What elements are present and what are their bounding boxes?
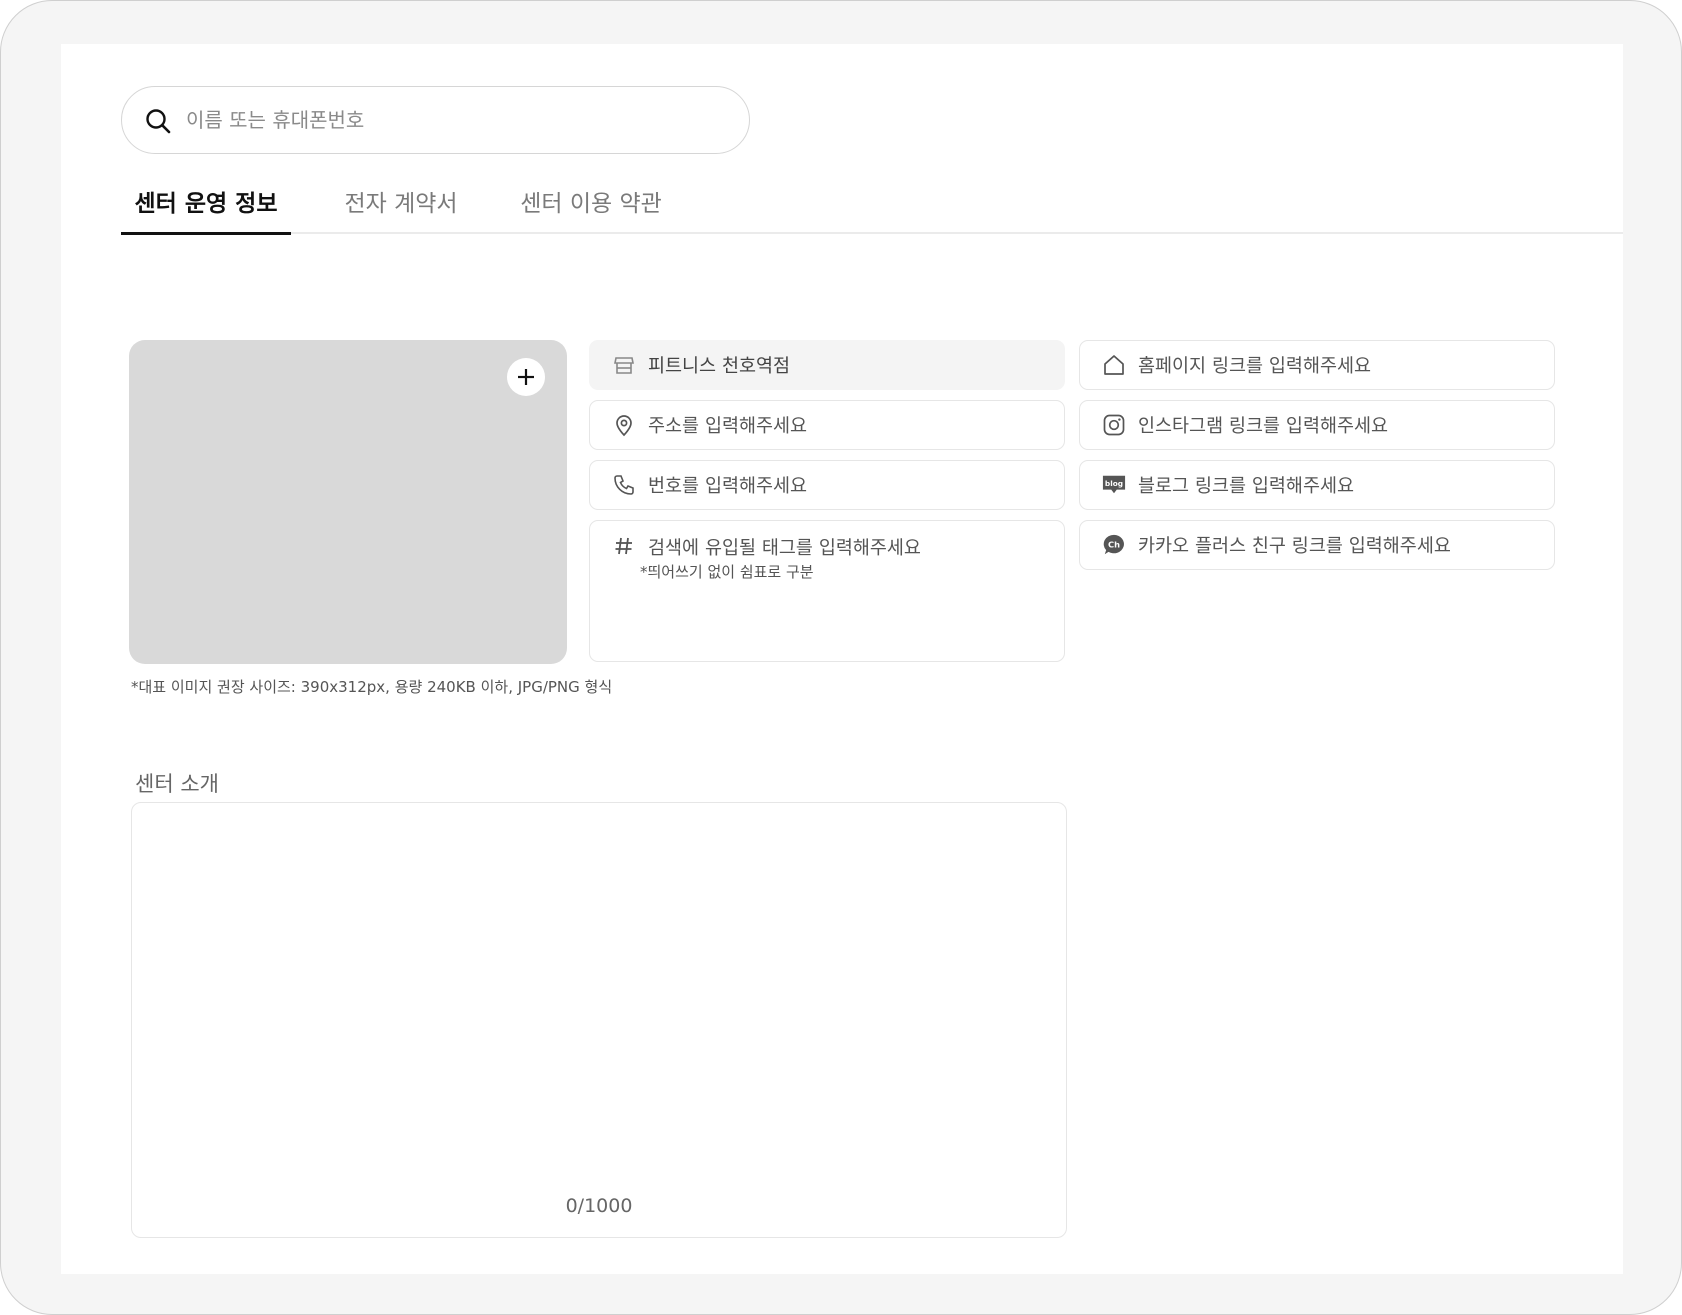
tab-center-info[interactable]: 센터 운영 정보 [121,182,291,235]
device-frame: 센터 운영 정보 전자 계약서 센터 이용 약관 *대표 이미지 권장 사이즈:… [0,0,1682,1315]
homepage-field[interactable]: 홈페이지 링크를 입력해주세요 [1079,340,1555,390]
home-icon [1102,353,1126,377]
hash-icon [612,534,636,558]
address-placeholder: 주소를 입력해주세요 [648,416,808,437]
search-bar[interactable] [121,86,750,154]
store-icon [612,353,636,377]
tags-field[interactable]: 검색에 유입될 태그를 입력해주세요 *띄어쓰기 없이 쉼표로 구분 [589,520,1065,662]
tags-hint: *띄어쓰기 없이 쉼표로 구분 [640,563,814,581]
center-name-value: 피트니스 천호역점 [648,356,791,377]
phone-field[interactable]: 번호를 입력해주세요 [589,460,1065,510]
intro-textarea-box[interactable]: 0/1000 [131,802,1067,1238]
kakao-channel-icon: Ch [1102,533,1126,557]
blog-icon: blog [1102,473,1126,497]
phone-placeholder: 번호를 입력해주세요 [648,476,808,497]
phone-icon [612,473,636,497]
image-size-note: *대표 이미지 권장 사이즈: 390x312px, 용량 240KB 이하, … [131,678,613,696]
search-icon [146,109,171,134]
address-field[interactable]: 주소를 입력해주세요 [589,400,1065,450]
app-screen: 센터 운영 정보 전자 계약서 센터 이용 약관 *대표 이미지 권장 사이즈:… [61,44,1623,1274]
add-image-button[interactable] [507,358,545,396]
location-pin-icon [612,413,636,437]
tags-placeholder: 검색에 유입될 태그를 입력해주세요 [648,538,921,559]
instagram-field[interactable]: 인스타그램 링크를 입력해주세요 [1079,400,1555,450]
tab-e-contract[interactable]: 전자 계약서 [321,182,481,234]
char-counter: 0/1000 [565,1195,633,1217]
homepage-placeholder: 홈페이지 링크를 입력해주세요 [1138,356,1372,377]
blog-field[interactable]: blog 블로그 링크를 입력해주세요 [1079,460,1555,510]
instagram-placeholder: 인스타그램 링크를 입력해주세요 [1138,416,1389,437]
kakao-placeholder: 카카오 플러스 친구 링크를 입력해주세요 [1138,536,1451,557]
tab-bar: 센터 운영 정보 전자 계약서 센터 이용 약관 [121,182,1623,235]
svg-text:blog: blog [1105,479,1123,488]
instagram-icon [1102,413,1126,437]
center-name-field[interactable]: 피트니스 천호역점 [589,340,1065,390]
tab-terms[interactable]: 센터 이용 약관 [501,182,681,234]
kakao-field[interactable]: Ch 카카오 플러스 친구 링크를 입력해주세요 [1079,520,1555,570]
intro-textarea[interactable] [148,817,1048,1177]
intro-label: 센터 소개 [135,772,219,796]
svg-text:Ch: Ch [1108,539,1120,549]
search-input[interactable] [186,101,726,139]
image-upload-area[interactable] [129,340,567,664]
plus-icon [518,369,534,385]
blog-placeholder: 블로그 링크를 입력해주세요 [1138,476,1355,497]
